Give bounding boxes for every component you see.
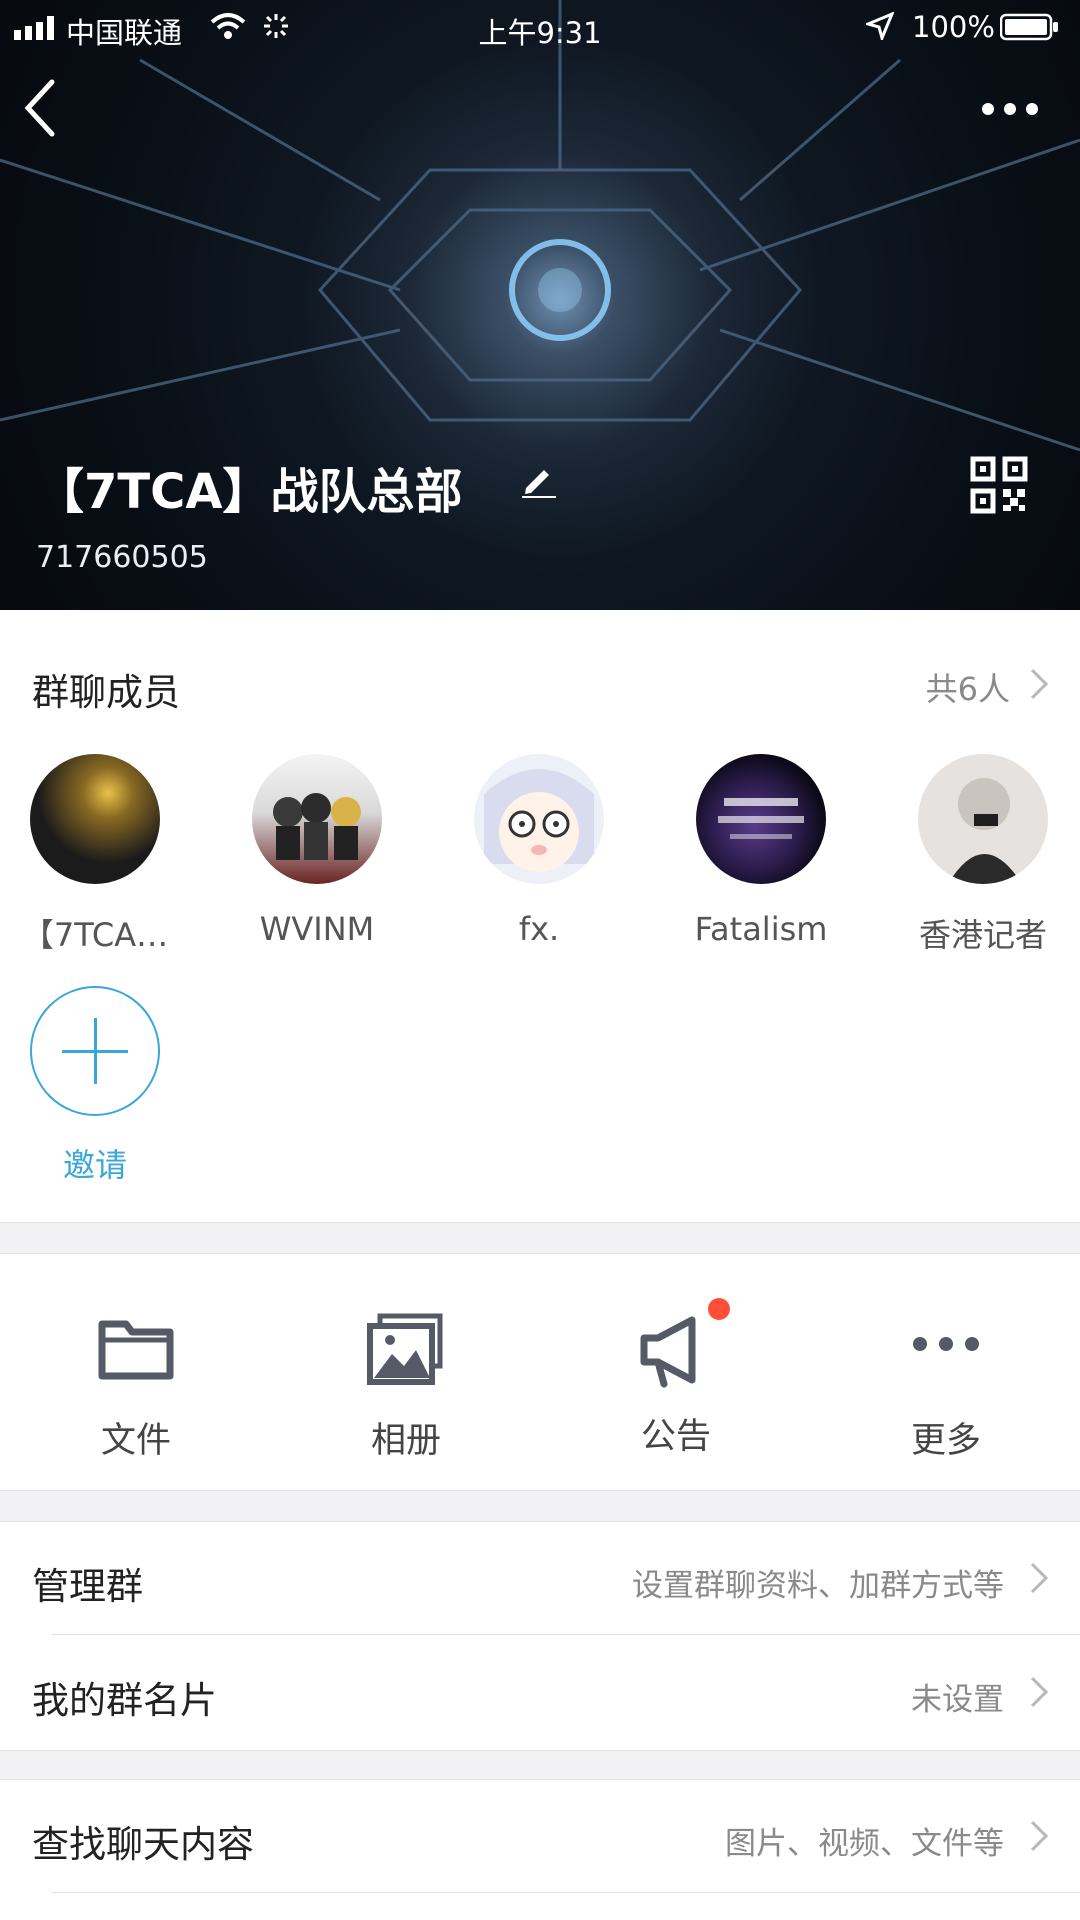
cartoon-figures-icon <box>273 793 361 860</box>
row-title: 管理群 <box>32 1565 143 1608</box>
section-separator <box>0 1750 1080 1780</box>
group-header: 中国联通 上午9:31 100% 【7TCA】战队总部 717660505 <box>0 0 1080 610</box>
chevron-right-icon <box>1030 1820 1049 1852</box>
row-value: 设置群聊资料、加群方式等 <box>632 1568 1004 1604</box>
status-bar: 中国联通 上午9:31 100% <box>0 0 1080 56</box>
member-avatar <box>918 754 1048 884</box>
megaphone-icon <box>640 1316 696 1388</box>
manage-group-row[interactable]: 管理群 设置群聊资料、加群方式等 <box>0 1522 1080 1634</box>
album-button[interactable]: 相册 <box>306 1310 506 1463</box>
album-icon <box>367 1313 443 1385</box>
section-separator <box>0 1222 1080 1254</box>
member-name: Fatalism <box>694 910 828 948</box>
member-avatar <box>252 754 382 884</box>
row-title: 查找聊天内容 <box>32 1823 254 1866</box>
location-arrow-icon <box>866 12 894 40</box>
anime-face-icon <box>484 769 594 872</box>
members-section-title: 群聊成员 <box>32 671 180 714</box>
chevron-right-icon[interactable] <box>1028 666 1050 702</box>
text-logo-icon <box>718 798 804 839</box>
member-name: 香港记者 <box>918 916 1047 954</box>
notification-badge <box>708 1298 730 1320</box>
folder-icon <box>98 1320 174 1380</box>
more-options-icon[interactable] <box>980 94 1040 124</box>
row-title: 我的群名片 <box>32 1679 217 1722</box>
member-avatar <box>474 754 604 884</box>
battery-percentage: 100% <box>912 10 995 44</box>
search-chat-row[interactable]: 查找聊天内容 图片、视频、文件等 <box>0 1780 1080 1892</box>
member-name: 【7TCA… <box>21 916 169 954</box>
section-separator <box>0 1490 1080 1522</box>
member-item[interactable]: WVINM <box>222 754 412 948</box>
portrait-icon <box>948 778 1022 884</box>
chevron-right-icon <box>1030 1676 1049 1708</box>
qr-code-icon[interactable] <box>970 456 1028 514</box>
battery-icon <box>1000 13 1058 41</box>
invite-button[interactable]: 邀请 <box>30 986 160 1186</box>
member-name: fx. <box>518 910 560 948</box>
member-avatar <box>30 754 160 884</box>
row-value: 未设置 <box>911 1682 1004 1718</box>
chevron-right-icon <box>1030 1562 1049 1594</box>
announcement-button[interactable]: 公告 <box>576 1298 776 1459</box>
more-label: 更多 <box>910 1421 981 1461</box>
member-item[interactable]: 【7TCA… <box>0 754 190 956</box>
group-card-row[interactable]: 我的群名片 未设置 <box>0 1636 1080 1748</box>
member-item[interactable]: 香港记者 <box>888 754 1078 956</box>
group-name: 【7TCA】战队总部 <box>36 464 463 520</box>
member-item[interactable]: Fatalism <box>666 754 856 948</box>
files-label: 文件 <box>100 1421 171 1461</box>
row-divider <box>52 1892 1080 1893</box>
plus-icon[interactable] <box>30 986 160 1116</box>
group-id: 717660505 <box>36 540 208 575</box>
more-icon <box>913 1337 979 1351</box>
more-button[interactable]: 更多 <box>846 1310 1046 1463</box>
album-label: 相册 <box>370 1421 441 1461</box>
row-divider <box>52 1634 1080 1635</box>
files-button[interactable]: 文件 <box>36 1310 236 1463</box>
back-arrow-icon[interactable] <box>20 78 60 138</box>
member-avatar <box>696 754 826 884</box>
member-item[interactable]: fx. <box>444 754 634 948</box>
invite-label: 邀请 <box>62 1146 127 1184</box>
row-value: 图片、视频、文件等 <box>725 1826 1004 1862</box>
members-count[interactable]: 共6人 <box>926 664 1010 710</box>
announcement-label: 公告 <box>640 1417 711 1457</box>
member-name: WVINM <box>259 910 375 948</box>
edit-pencil-icon[interactable] <box>520 462 556 498</box>
